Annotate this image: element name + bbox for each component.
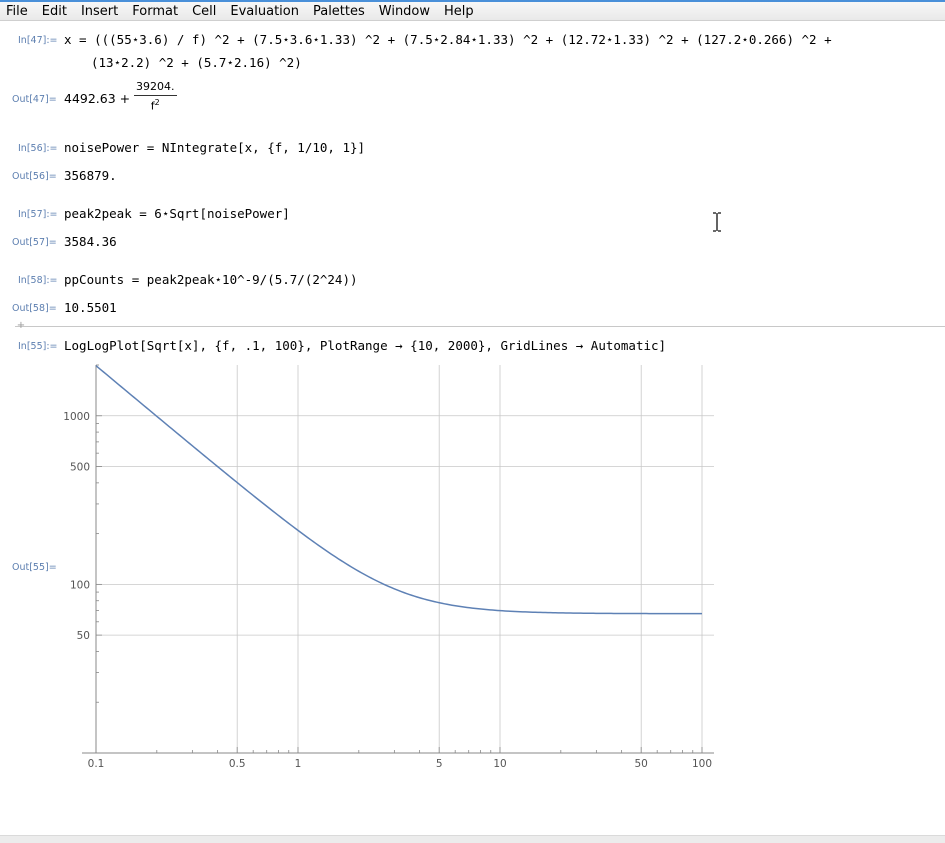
input-cell-58[interactable]: ppCounts = peak2peak⋆10^-9/(5.7/(2^24)) [64,272,358,287]
output-label-58: Out[58]= [12,303,57,314]
menu-palettes[interactable]: Palettes [306,4,372,19]
y-tick-label: 50 [77,630,90,642]
output-47-denominator: f2 [150,98,160,113]
input-label-58: In[58]:= [18,275,58,286]
menu-format[interactable]: Format [125,4,185,19]
input-label-47: In[47]:= [18,35,58,46]
menu-window[interactable]: Window [372,4,437,19]
y-tick-label: 100 [70,579,90,591]
menu-bar: File Edit Insert Format Cell Evaluation … [0,0,945,21]
insert-cell-plus-icon[interactable]: + [16,321,26,331]
output-47-lead: 4492.63 + [64,91,135,106]
output-47-fraction: 39204. f2 [134,80,177,113]
output-57: 3584.36 [64,234,117,249]
input-cell-56[interactable]: noisePower = NIntegrate[x, {f, 1/10, 1}] [64,140,365,155]
output-label-47: Out[47]= [12,94,57,105]
menu-insert[interactable]: Insert [74,4,125,19]
output-label-57: Out[57]= [12,237,57,248]
menu-evaluation[interactable]: Evaluation [223,4,306,19]
loglog-plot[interactable]: 0.1 0.5 1 5 10 50 100 50 100 500 1000 [0,355,740,775]
output-47-numerator: 39204. [136,80,175,93]
cell-insertion-line[interactable] [15,326,945,327]
input-label-57: In[57]:= [18,209,58,220]
y-tick-label: 1000 [63,411,90,423]
x-tick-label: 10 [493,758,506,770]
x-tick-label: 50 [635,758,648,770]
menu-cell[interactable]: Cell [185,4,223,19]
plot-curve-sqrt-x [95,365,703,615]
plot-tick-labels: 0.1 0.5 1 5 10 50 100 50 100 500 1000 [63,411,712,770]
input-cell-55[interactable]: LogLogPlot[Sqrt[x], {f, .1, 100}, PlotRa… [64,338,666,353]
x-tick-label: 100 [692,758,712,770]
output-56: 356879. [64,168,117,183]
input-cell-47-line2[interactable]: (13⋆2.2) ^2 + (5.7⋆2.16) ^2) [91,55,302,70]
output-label-56: Out[56]= [12,171,57,182]
x-tick-label: 5 [436,758,443,770]
x-tick-label: 0.5 [229,758,246,770]
menu-edit[interactable]: Edit [35,4,74,19]
plot-gridlines [95,365,714,753]
text-cursor-icon [713,212,721,232]
menu-file[interactable]: File [0,4,35,19]
input-cell-57[interactable]: peak2peak = 6⋆Sqrt[noisePower] [64,206,290,221]
x-tick-label: 1 [295,758,302,770]
plot-axes [82,365,714,754]
menu-help[interactable]: Help [437,4,481,19]
x-tick-label: 0.1 [88,758,105,770]
input-cell-47-line1[interactable]: x = (((55⋆3.6) / f) ^2 + (7.5⋆3.6⋆1.33) … [64,32,832,47]
input-label-55: In[55]:= [18,341,58,352]
output-58: 10.5501 [64,300,117,315]
fraction-bar [134,95,177,96]
input-label-56: In[56]:= [18,143,58,154]
plot-ticks [95,364,703,754]
y-tick-label: 500 [70,462,90,474]
